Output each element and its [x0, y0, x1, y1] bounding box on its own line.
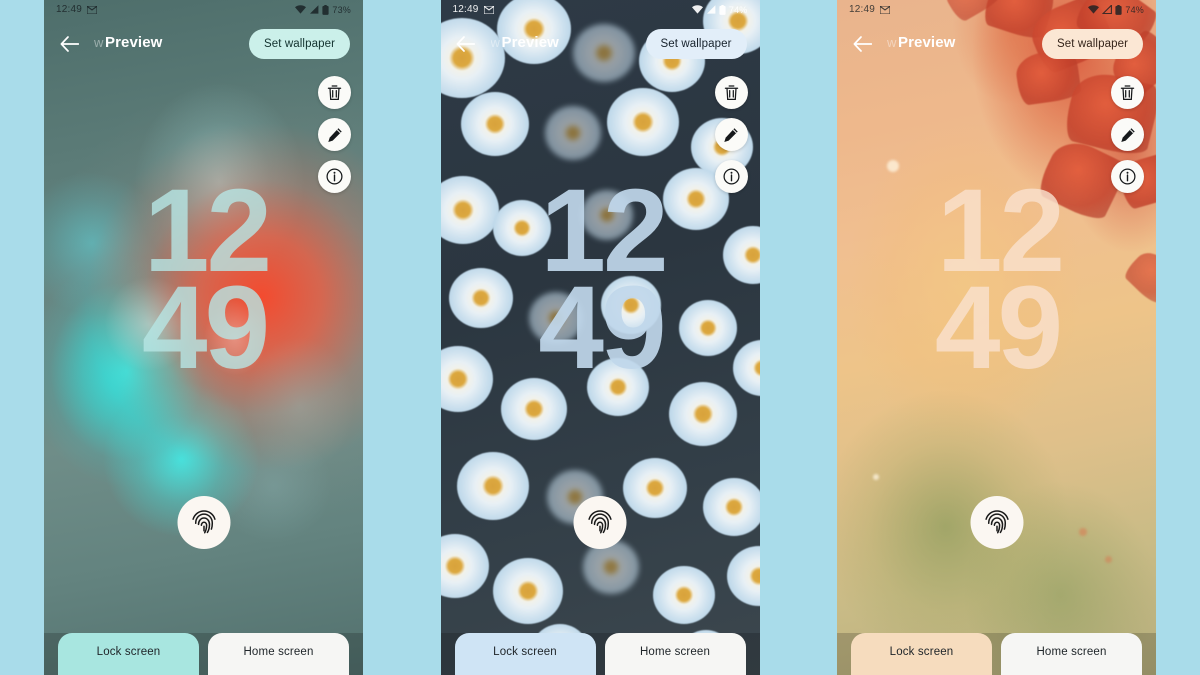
tab-home-screen[interactable]: Home screen [1001, 633, 1142, 675]
phone-preview-autumn: 12:49 74% w Preview Set wallpaper 12 49 … [837, 0, 1156, 675]
page-title-wrap: w Preview [887, 33, 1042, 55]
delete-button[interactable] [714, 76, 748, 109]
trash-icon [327, 84, 342, 100]
back-button[interactable] [850, 32, 874, 56]
tab-lock-screen[interactable]: Lock screen [454, 633, 596, 675]
fingerprint-icon [984, 510, 1009, 534]
set-wallpaper-button[interactable]: Set wallpaper [645, 29, 747, 59]
battery-percent-label: 74% [728, 4, 748, 15]
wifi-icon [295, 5, 307, 14]
back-button[interactable] [57, 32, 81, 56]
status-bar-left: 12:49 [453, 4, 494, 15]
status-bar-clock: 12:49 [849, 4, 876, 15]
phone-preview-flowers: 12:49 74% w Preview Set wallpaper 12 49 … [440, 0, 760, 675]
page-title-wrap: w Preview [491, 33, 646, 55]
pencil-icon [724, 127, 738, 142]
back-arrow-icon [456, 36, 475, 52]
fingerprint-unlock-button[interactable] [970, 496, 1023, 549]
status-bar: 12:49 73% [44, 0, 363, 19]
status-bar-left: 12:49 [849, 4, 891, 15]
delete-button[interactable] [1111, 76, 1144, 109]
action-button-column [714, 76, 748, 193]
status-bar-right: 74% [1088, 4, 1144, 15]
status-bar: 12:49 74% [441, 0, 760, 19]
info-icon [1119, 168, 1136, 185]
page-title: Preview [105, 34, 163, 51]
page-title-wrap: w Preview [94, 33, 249, 55]
info-button[interactable] [714, 160, 748, 193]
info-icon [326, 168, 343, 185]
status-bar-clock: 12:49 [56, 4, 83, 15]
sms-icon [880, 5, 891, 14]
cellular-signal-icon [310, 5, 319, 14]
app-bar: w Preview Set wallpaper [44, 24, 363, 64]
tab-lock-screen[interactable]: Lock screen [58, 633, 199, 675]
fingerprint-icon [191, 510, 216, 534]
fingerprint-unlock-button[interactable] [573, 496, 627, 549]
back-arrow-icon [853, 36, 872, 52]
back-arrow-icon [60, 36, 79, 52]
wallpaper-image-flowers [440, 0, 760, 675]
app-bar: w Preview Set wallpaper [441, 24, 760, 64]
wifi-icon [691, 5, 703, 14]
screen-type-tabs: Lock screen Home screen [851, 633, 1142, 675]
back-button[interactable] [454, 32, 478, 56]
screen-type-tabs: Lock screen Home screen [58, 633, 349, 675]
tab-home-screen[interactable]: Home screen [604, 633, 746, 675]
sms-icon [87, 5, 98, 14]
info-button[interactable] [318, 160, 351, 193]
tab-lock-screen[interactable]: Lock screen [851, 633, 992, 675]
info-icon [722, 168, 740, 185]
delete-button[interactable] [318, 76, 351, 109]
info-button[interactable] [1111, 160, 1144, 193]
fingerprint-icon [588, 510, 612, 534]
status-bar-left: 12:49 [56, 4, 98, 15]
sms-icon [483, 5, 494, 14]
status-bar-clock: 12:49 [452, 4, 479, 15]
pencil-icon [1120, 127, 1135, 142]
battery-icon [1115, 4, 1122, 15]
page-title-ghost: w [94, 35, 104, 50]
page-title-ghost: w [490, 35, 500, 50]
wifi-icon [1088, 5, 1100, 14]
action-button-column [1111, 76, 1144, 193]
status-bar: 12:49 74% [837, 0, 1156, 19]
edit-button[interactable] [714, 118, 748, 151]
fingerprint-unlock-button[interactable] [177, 496, 230, 549]
action-button-column [318, 76, 351, 193]
pencil-icon [327, 127, 342, 142]
page-title-ghost: w [887, 35, 897, 50]
status-bar-right: 74% [691, 4, 748, 15]
wallpaper-image-autumn [837, 0, 1156, 675]
edit-button[interactable] [1111, 118, 1144, 151]
tab-home-screen[interactable]: Home screen [208, 633, 349, 675]
screen-type-tabs: Lock screen Home screen [454, 633, 746, 675]
wallpaper-image-ink [44, 0, 363, 675]
trash-icon [724, 84, 738, 100]
battery-percent-label: 73% [332, 4, 351, 15]
app-bar: w Preview Set wallpaper [837, 24, 1156, 64]
set-wallpaper-button[interactable]: Set wallpaper [249, 29, 350, 59]
status-bar-right: 73% [295, 4, 351, 15]
cellular-signal-icon [1102, 5, 1113, 14]
edit-button[interactable] [318, 118, 351, 151]
wallpaper-preview-gallery: 12:49 73% w Preview Set wallpaper 12 49 … [0, 0, 1200, 675]
phone-preview-ink: 12:49 73% w Preview Set wallpaper 12 49 … [44, 0, 363, 675]
page-title: Preview [501, 34, 559, 51]
set-wallpaper-button[interactable]: Set wallpaper [1042, 29, 1143, 59]
battery-percent-label: 74% [1125, 4, 1144, 15]
page-title: Preview [898, 34, 956, 51]
cellular-signal-icon [706, 5, 716, 14]
battery-icon [322, 4, 329, 15]
trash-icon [1120, 84, 1135, 100]
battery-icon [719, 4, 726, 15]
